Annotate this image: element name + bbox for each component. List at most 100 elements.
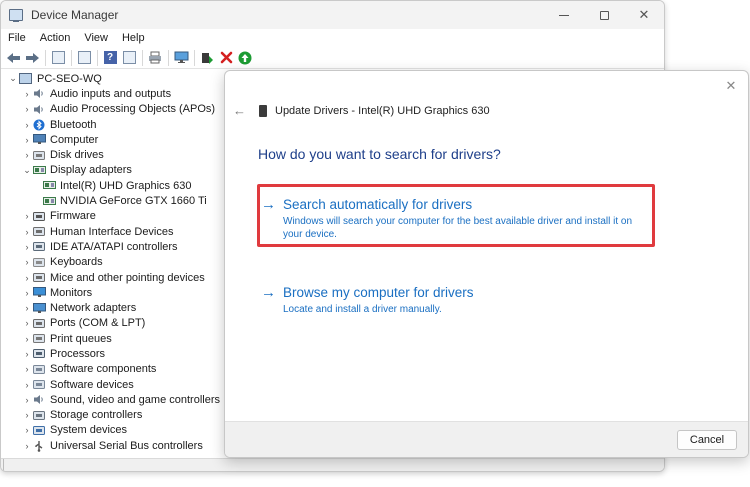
tree-item-label: Display adapters (50, 164, 132, 177)
properties-icon[interactable] (50, 50, 66, 66)
tree-item-label: Human Interface Devices (50, 225, 174, 238)
forward-icon[interactable] (24, 50, 40, 66)
tree-category-item[interactable]: › Keyboards (1, 255, 226, 270)
enable-icon[interactable] (237, 50, 253, 66)
back-arrow-icon[interactable]: ← (233, 103, 249, 118)
chevron-right-icon[interactable]: › (21, 120, 33, 130)
uninstall-icon[interactable] (218, 50, 234, 66)
keyboard-icon (33, 257, 45, 268)
tree-category-item[interactable]: › Bluetooth (1, 117, 226, 132)
chevron-down-icon[interactable]: ⌄ (21, 165, 33, 176)
chevron-right-icon[interactable]: › (21, 380, 33, 390)
chevron-down-icon[interactable]: ⌄ (7, 73, 19, 84)
tree-device-item[interactable]: Intel(R) UHD Graphics 630 (1, 178, 226, 193)
chevron-right-icon[interactable]: › (21, 288, 33, 298)
update-driver-icon[interactable] (199, 50, 215, 66)
tree-category-item[interactable]: › Audio inputs and outputs (1, 86, 226, 101)
tree-category-item[interactable]: ⌄ Display adapters (1, 163, 226, 178)
chevron-right-icon[interactable]: › (21, 318, 33, 328)
storage-icon (33, 410, 45, 421)
back-icon[interactable] (5, 50, 21, 66)
chevron-right-icon[interactable]: › (21, 104, 33, 114)
tree-category-item[interactable]: › Audio Processing Objects (APOs) (1, 102, 226, 117)
disk-icon (33, 150, 45, 161)
cancel-button[interactable]: Cancel (677, 430, 737, 450)
details-icon[interactable] (121, 50, 137, 66)
tree-item-label: Monitors (50, 286, 93, 299)
help-icon[interactable]: ? (102, 50, 118, 66)
search-automatically-option[interactable]: → Search automatically for drivers Windo… (261, 197, 651, 241)
show-hide-icon[interactable] (76, 50, 92, 66)
chevron-right-icon[interactable]: › (21, 227, 33, 237)
menu-file[interactable]: File (1, 29, 33, 47)
tree-category-item[interactable]: › Computer (1, 132, 226, 147)
printer-icon (33, 333, 45, 344)
browse-computer-description: Locate and install a driver manually. (283, 304, 442, 315)
chevron-right-icon[interactable]: › (21, 257, 33, 267)
display-adapter-icon (43, 180, 56, 191)
search-automatically-title[interactable]: Search automatically for drivers (283, 197, 651, 212)
chevron-right-icon[interactable]: › (21, 303, 33, 313)
tree-category-item[interactable]: › Monitors (1, 285, 226, 300)
tree-category-item[interactable]: › Print queues (1, 331, 226, 346)
tree-category-item[interactable]: › Ports (COM & LPT) (1, 316, 226, 331)
chevron-right-icon[interactable]: › (21, 89, 33, 99)
tree-category-item[interactable]: › Firmware (1, 209, 226, 224)
print-icon[interactable] (147, 50, 163, 66)
tree-items: › Audio inputs and outputs › Audio Processi… (1, 86, 226, 453)
chevron-right-icon[interactable]: › (21, 395, 33, 405)
tree-category-item[interactable]: › IDE ATA/ATAPI controllers (1, 239, 226, 254)
chevron-right-icon[interactable]: › (21, 410, 33, 420)
search-automatically-description: Windows will search your computer for th… (283, 216, 633, 240)
speaker-icon (33, 394, 45, 405)
tree-category-item[interactable]: › Human Interface Devices (1, 224, 226, 239)
tree-category-item[interactable]: › System devices (1, 423, 226, 438)
toolbar-separator (168, 49, 169, 66)
chevron-right-icon[interactable]: › (21, 349, 33, 359)
dialog-title: Update Drivers - Intel(R) UHD Graphics 6… (275, 104, 490, 117)
tree-device-item[interactable]: NVIDIA GeForce GTX 1660 Ti (1, 193, 226, 208)
menu-view[interactable]: View (77, 29, 115, 47)
maximize-icon (599, 10, 609, 20)
chevron-right-icon[interactable]: › (21, 273, 33, 283)
computer-icon (19, 73, 32, 85)
tree-category-item[interactable]: › Sound, video and game controllers (1, 392, 226, 407)
chevron-right-icon[interactable]: › (21, 441, 33, 451)
tree-category-item[interactable]: › Mice and other pointing devices (1, 270, 226, 285)
tree-item-label: Universal Serial Bus controllers (50, 439, 203, 452)
speaker-icon (33, 104, 45, 115)
display-adapter-icon (43, 196, 56, 207)
browse-computer-option[interactable]: → Browse my computer for drivers Locate … (261, 285, 651, 316)
tree-category-item[interactable]: › Universal Serial Bus controllers (1, 438, 226, 453)
monitor-icon[interactable] (173, 50, 189, 66)
tree-item-label: Keyboards (50, 256, 103, 269)
tree-category-item[interactable]: › Network adapters (1, 300, 226, 315)
browse-computer-title[interactable]: Browse my computer for drivers (283, 285, 474, 300)
scrollbar[interactable] (3, 459, 9, 471)
tree-root-label: PC-SEO-WQ (37, 72, 102, 85)
tree-category-item[interactable]: › Processors (1, 346, 226, 361)
maximize-button[interactable] (584, 1, 624, 29)
usb-icon (33, 440, 45, 453)
tree-root[interactable]: ⌄ PC-SEO-WQ (1, 71, 226, 86)
tree-category-item[interactable]: › Disk drives (1, 147, 226, 162)
minimize-button[interactable] (544, 1, 584, 29)
system-icon (33, 425, 45, 436)
tree-item-label: Network adapters (50, 302, 137, 315)
tree-category-item[interactable]: › Storage controllers (1, 408, 226, 423)
menu-action[interactable]: Action (33, 29, 78, 47)
close-button[interactable]: ✕ (624, 1, 664, 29)
chevron-right-icon[interactable]: › (21, 364, 33, 374)
menu-help[interactable]: Help (115, 29, 152, 47)
chevron-right-icon[interactable]: › (21, 135, 33, 145)
chevron-right-icon[interactable]: › (21, 425, 33, 435)
chevron-right-icon[interactable]: › (21, 242, 33, 252)
dialog-close-button[interactable]: ✕ (724, 79, 738, 93)
tree-category-item[interactable]: › Software devices (1, 377, 226, 392)
chevron-right-icon[interactable]: › (21, 334, 33, 344)
chevron-right-icon[interactable]: › (21, 211, 33, 221)
tree-category-item[interactable]: › Software components (1, 362, 226, 377)
window-controls: ✕ (544, 1, 664, 29)
chevron-right-icon[interactable]: › (21, 150, 33, 160)
tree-item-label: Bluetooth (50, 118, 97, 131)
